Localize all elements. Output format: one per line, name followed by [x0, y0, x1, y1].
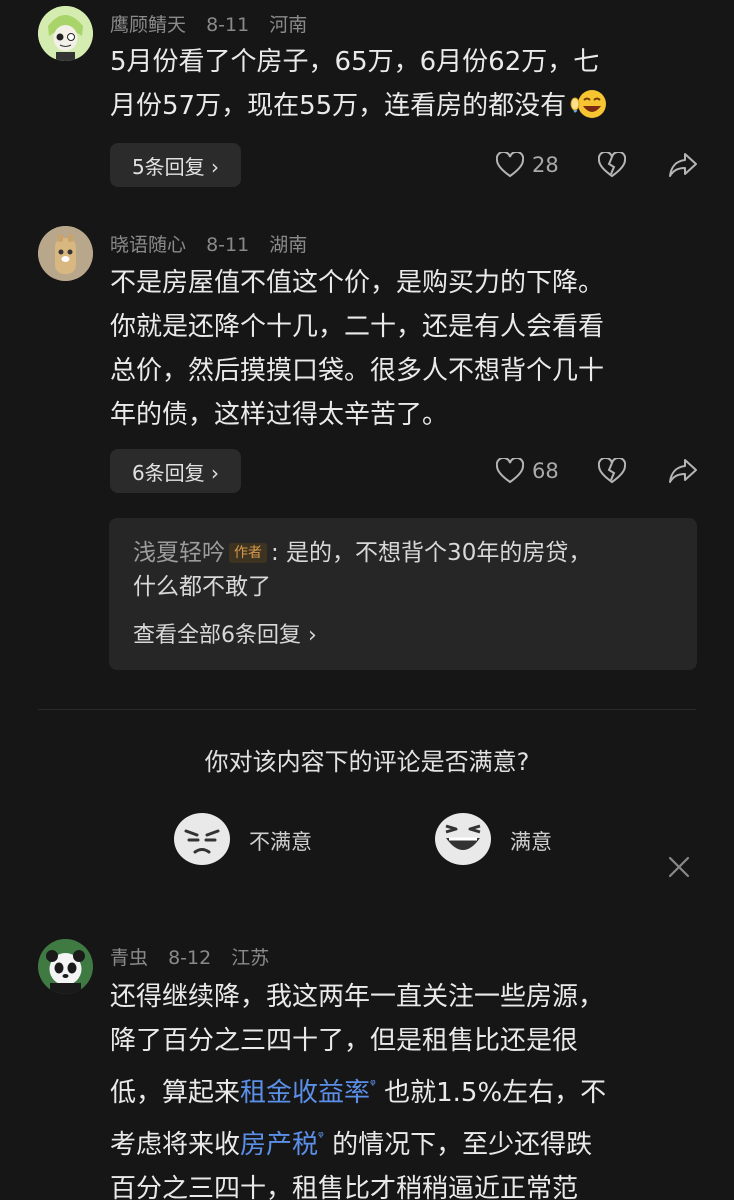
like-button[interactable]: 28: [496, 152, 572, 178]
comment-meta: 青虫 8-12 江苏: [110, 943, 283, 970]
comment-meta: 晓语随心 8-11 湖南: [110, 230, 321, 257]
close-survey-button[interactable]: [666, 854, 692, 884]
username[interactable]: 鹰顾鲭天: [110, 14, 186, 36]
heart-icon: [496, 458, 524, 484]
avatar[interactable]: [38, 226, 93, 281]
view-replies-button[interactable]: 5条回复 ›: [110, 143, 241, 187]
comment-date: 8-11: [206, 14, 250, 36]
avatar[interactable]: [38, 939, 93, 994]
broken-heart-icon: [598, 152, 626, 178]
reply-text: : 是的，不想背个30年的房贷，: [271, 540, 592, 566]
broken-heart-icon: [598, 458, 626, 484]
close-icon: [666, 856, 692, 884]
frown-face-icon: [173, 812, 231, 870]
share-arrow-icon: [668, 458, 698, 484]
comment-location: 湖南: [269, 234, 308, 256]
comment-date: 8-11: [206, 234, 250, 256]
view-all-replies-link[interactable]: 查看全部6条回复 ›: [133, 617, 673, 649]
keyword-search-link[interactable]: 租金收益率ᵠ: [240, 1077, 376, 1108]
username[interactable]: 青虫: [110, 947, 148, 969]
reply-text-continued: 什么都不敢了: [133, 574, 271, 600]
comment-text: 5月份看了个房子，65万，6月份62万，七 月份57万，现在55万，连看房的都没…: [110, 40, 710, 134]
dissatisfied-label: 不满意: [249, 830, 312, 854]
view-replies-button[interactable]: 6条回复 ›: [110, 449, 241, 493]
divider: [38, 709, 696, 710]
share-button[interactable]: [668, 458, 698, 484]
comment-location: 河南: [269, 14, 308, 36]
reply-username[interactable]: 浅夏轻吟: [133, 540, 225, 566]
comment-date: 8-12: [168, 947, 212, 969]
dissatisfied-button[interactable]: 不满意: [173, 812, 312, 870]
username[interactable]: 晓语随心: [110, 234, 186, 256]
comment-text: 不是房屋值不值这个价，是购买力的下降。 你就是还降个十几，二十，还是有人会看看 …: [110, 268, 605, 430]
satisfied-label: 满意: [510, 830, 552, 854]
comment-location: 江苏: [231, 947, 270, 969]
survey-question: 你对该内容下的评论是否满意?: [204, 748, 530, 776]
like-button[interactable]: 68: [496, 458, 572, 484]
comment-meta: 鹰顾鲭天 8-11 河南: [110, 10, 321, 37]
keyword-search-link[interactable]: 房产税ᵠ: [240, 1129, 324, 1160]
like-count: 68: [532, 459, 559, 483]
heart-icon: [496, 152, 524, 178]
satisfied-button[interactable]: 满意: [434, 812, 552, 870]
like-count: 28: [532, 153, 559, 177]
comment-actions: 68: [496, 449, 698, 493]
author-badge: 作者: [229, 543, 267, 563]
comment-text: 还得继续降，我这两年一直关注一些房源， 降了百分之三四十了，但是租售比还是很 低…: [110, 982, 607, 1200]
share-button[interactable]: [668, 152, 698, 178]
avatar[interactable]: [38, 6, 93, 61]
top-reply-preview[interactable]: 浅夏轻吟 作者: 是的，不想背个30年的房贷， 什么都不敢了 查看全部6条回复 ›: [109, 518, 697, 670]
laughing-face-icon: [434, 812, 492, 870]
comment-actions: 28: [496, 143, 698, 187]
dislike-button[interactable]: [598, 152, 626, 178]
laughing-crying-emoji-icon: [570, 88, 610, 134]
dislike-button[interactable]: [598, 458, 626, 484]
share-arrow-icon: [668, 152, 698, 178]
